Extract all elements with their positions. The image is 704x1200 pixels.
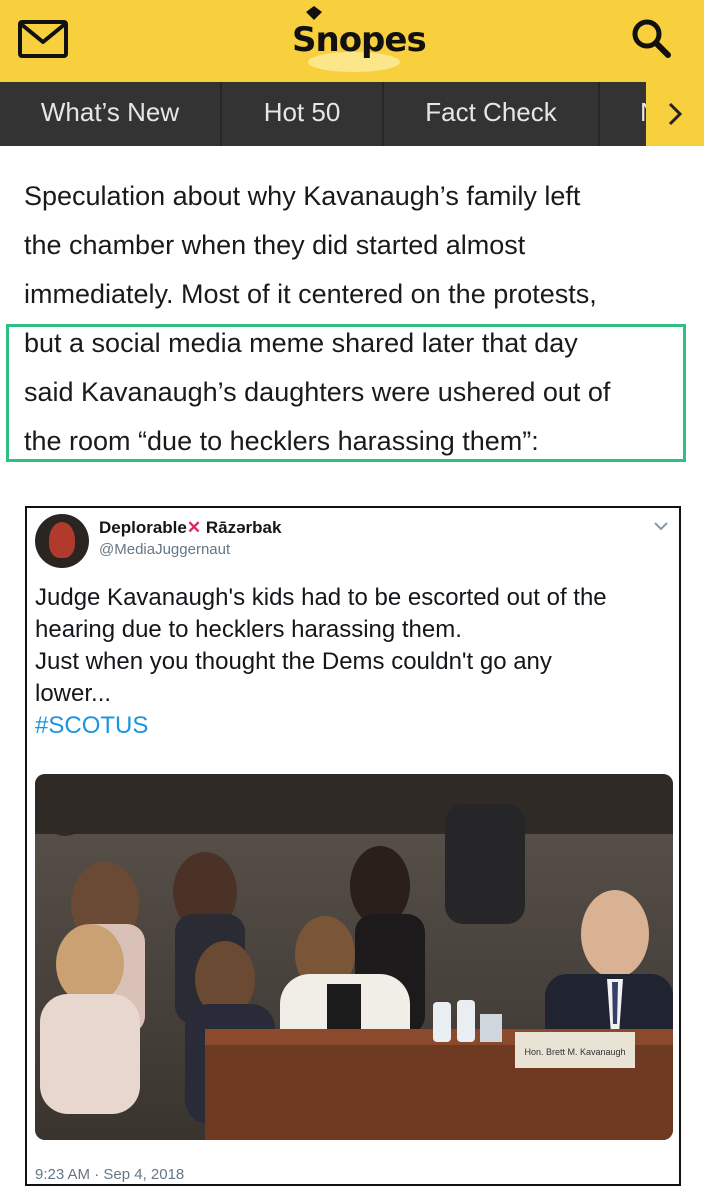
article-line: the chamber when they did started almost: [24, 230, 526, 260]
chevron-down-icon[interactable]: [653, 520, 669, 532]
tweet-text: Judge Kavanaugh's kids had to be escorte…: [35, 582, 665, 742]
article-line: Speculation about why Kavanaugh’s family…: [24, 181, 581, 211]
highlight-box: [6, 324, 686, 462]
embedded-tweet: Deplorable✕ Rāzərbak @MediaJuggernaut Ju…: [25, 506, 681, 1186]
nav-fact-check[interactable]: Fact Check: [384, 82, 600, 146]
tweet-display-name: Deplorable✕ Rāzərbak: [99, 518, 281, 538]
snopes-logo[interactable]: Snopes: [282, 6, 427, 76]
tweet-photo: Hon. Brett M. Kavanaugh: [35, 774, 673, 1140]
nav-hot-50[interactable]: Hot 50: [222, 82, 384, 146]
tweet-timestamp: 9:23 AM · Sep 4, 2018: [35, 1166, 185, 1183]
hashtag-link[interactable]: #SCOTUS: [35, 710, 665, 742]
avatar: [35, 514, 89, 568]
display-name-suffix: Rāzərbak: [205, 518, 282, 537]
article-line: immediately. Most of it centered on the …: [24, 279, 597, 309]
chevron-right-icon: [668, 102, 683, 126]
red-x-icon: ✕: [186, 518, 202, 537]
tweet-handle: @MediaJuggernaut: [99, 541, 231, 558]
nav-scroll-button[interactable]: [646, 82, 704, 146]
search-icon[interactable]: [628, 15, 674, 61]
nav-whats-new[interactable]: What’s New: [0, 82, 222, 146]
logo-text: Snopes: [292, 20, 427, 60]
nav-more-partial[interactable]: N: [600, 82, 650, 146]
display-name-text: Deplorable: [99, 518, 187, 537]
tweet-line: Judge Kavanaugh's kids had to be escorte…: [35, 584, 607, 611]
mail-icon[interactable]: [18, 20, 68, 58]
nameplate-text: Hon. Brett M. Kavanaugh: [524, 1047, 625, 1057]
site-header: Snopes: [0, 0, 704, 82]
tweet-line: lower...: [35, 680, 112, 707]
main-nav: What’s New Hot 50 Fact Check N: [0, 82, 704, 146]
tweet-line: Just when you thought the Dems couldn't …: [35, 648, 552, 675]
tweet-line: hearing due to hecklers harassing them.: [35, 616, 462, 643]
